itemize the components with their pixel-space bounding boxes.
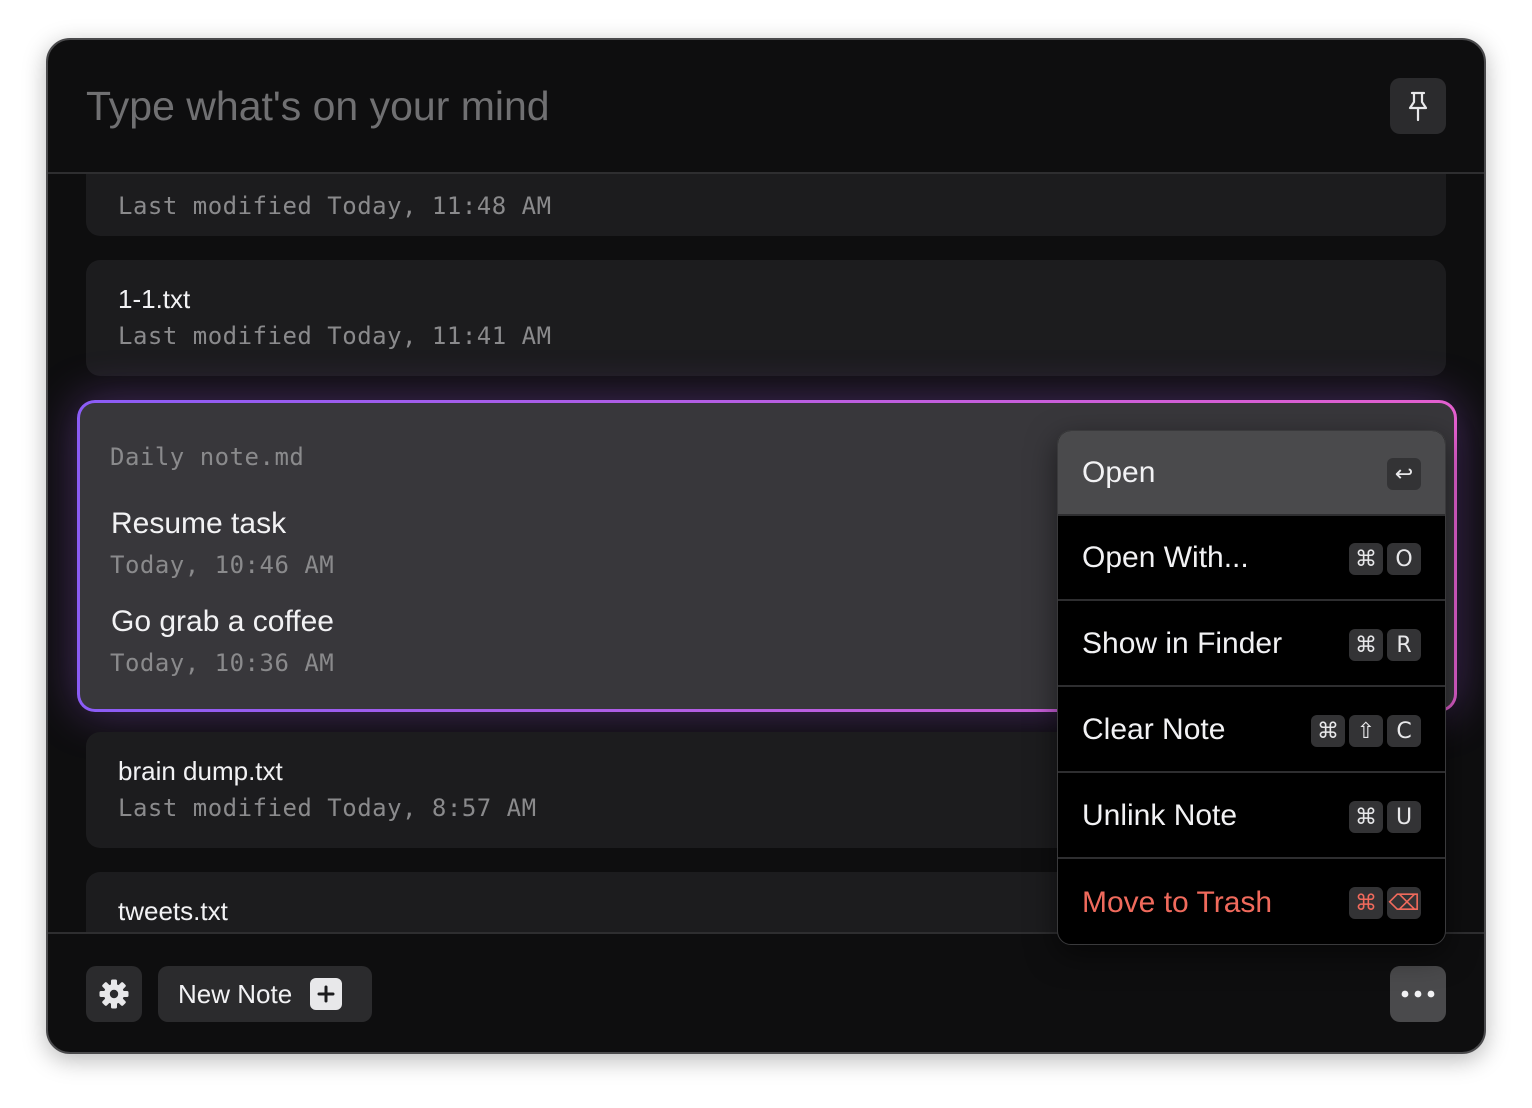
new-note-label: New Note (178, 978, 293, 1009)
more-dots-icon (1401, 990, 1435, 998)
footer-bar: New Note (48, 932, 1484, 1052)
entry-time: Today, 10:46 AM (110, 551, 335, 579)
settings-button[interactable] (86, 966, 142, 1022)
new-note-button[interactable]: New Note (158, 966, 372, 1022)
menu-item-move-to-trash[interactable]: Move to Trash ⌘ ⌫ (1058, 860, 1445, 944)
shortcut-key: C (1387, 715, 1421, 747)
note-title: brain dump.txt (118, 756, 283, 786)
context-menu: Open ↩ Open With... ⌘ O Show in Finder ⌘… (1057, 430, 1446, 945)
note-card[interactable]: Last modified Today, 11:48 AM (86, 174, 1446, 236)
entry-title: Go grab a coffee (111, 605, 334, 638)
entry-time: Today, 10:36 AM (110, 649, 335, 677)
command-key-icon: ⌘ (1349, 887, 1383, 919)
more-options-button[interactable] (1390, 966, 1446, 1022)
note-meta: Last modified Today, 11:41 AM (118, 322, 552, 350)
search-input[interactable] (86, 78, 1286, 134)
command-key-icon: ⌘ (1349, 629, 1383, 661)
note-meta: Last modified Today, 11:48 AM (118, 192, 552, 220)
shortcut-keys: ⌘ ⇧ C (1311, 715, 1421, 747)
menu-item-label: Move to Trash (1082, 885, 1273, 919)
menu-item-open[interactable]: Open ↩ (1058, 431, 1445, 516)
menu-item-label: Show in Finder (1082, 626, 1283, 660)
menu-item-label: Clear Note (1082, 712, 1226, 746)
shortcut-key: R (1387, 629, 1421, 661)
shortcut-key: O (1387, 543, 1421, 575)
delete-key-icon: ⌫ (1387, 887, 1421, 919)
note-card[interactable]: 1-1.txt Last modified Today, 11:41 AM (86, 260, 1446, 376)
menu-item-unlink-note[interactable]: Unlink Note ⌘ U (1058, 774, 1445, 859)
menu-item-label: Open With... (1082, 540, 1249, 574)
note-title: 1-1.txt (118, 284, 191, 314)
shift-key-icon: ⇧ (1349, 715, 1383, 747)
menu-item-label: Unlink Note (1082, 798, 1238, 832)
menu-item-open-with[interactable]: Open With... ⌘ O (1058, 516, 1445, 601)
shortcut-key: U (1387, 801, 1421, 833)
pin-button[interactable] (1390, 78, 1446, 134)
pin-icon (1408, 91, 1428, 122)
note-filename: Daily note.md (110, 443, 305, 471)
command-key-icon: ⌘ (1349, 543, 1383, 575)
command-key-icon: ⌘ (1349, 801, 1383, 833)
shortcut-keys: ⌘ R (1349, 629, 1421, 661)
plus-icon (310, 978, 343, 1010)
menu-item-label: Open (1082, 455, 1156, 489)
shortcut-keys: ⌘ O (1349, 543, 1421, 575)
menu-item-show-in-finder[interactable]: Show in Finder ⌘ R (1058, 602, 1445, 687)
command-key-icon: ⌘ (1311, 715, 1345, 747)
entry-title: Resume task (111, 507, 287, 540)
menu-item-clear-note[interactable]: Clear Note ⌘ ⇧ C (1058, 688, 1445, 773)
return-key-icon: ↩ (1387, 458, 1421, 490)
shortcut-keys: ↩ (1387, 458, 1421, 490)
search-bar (48, 40, 1484, 174)
note-title: tweets.txt (118, 896, 228, 926)
gear-icon (99, 979, 129, 1009)
shortcut-keys: ⌘ ⌫ (1349, 887, 1421, 919)
shortcut-keys: ⌘ U (1349, 801, 1421, 833)
note-meta: Last modified Today, 8:57 AM (118, 794, 537, 822)
